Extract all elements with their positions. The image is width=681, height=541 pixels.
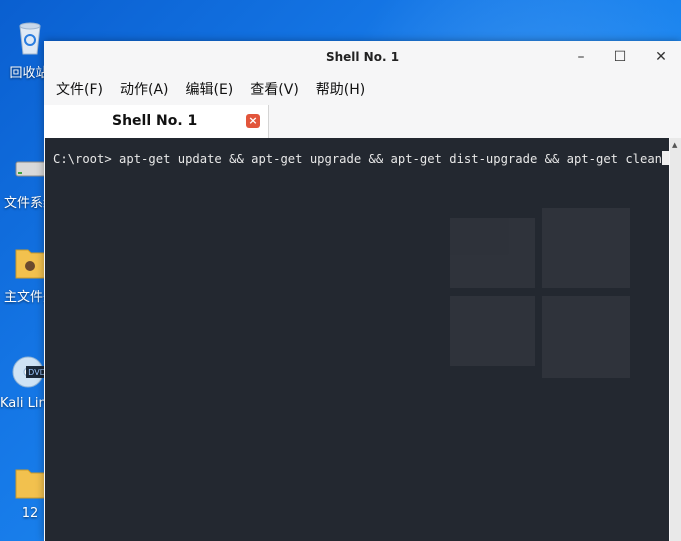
- menu-help[interactable]: 帮助(H): [316, 79, 365, 99]
- scrollbar[interactable]: ▲: [670, 138, 681, 541]
- tab-label: Shell No. 1: [112, 113, 198, 129]
- tab-shell-1[interactable]: Shell No. 1 ×: [44, 105, 269, 138]
- terminal-output[interactable]: C:\root> apt-get update && apt-get upgra…: [45, 138, 669, 541]
- windows-logo-watermark: [450, 208, 630, 378]
- tab-close-icon[interactable]: ×: [246, 114, 260, 128]
- close-button[interactable]: ✕: [650, 47, 672, 67]
- maximize-button[interactable]: ☐: [609, 47, 631, 67]
- minimize-button[interactable]: –: [570, 47, 592, 67]
- terminal-window: Shell No. 1 – ☐ ✕ 文件(F) 动作(A) 编辑(E) 查看(V…: [44, 41, 681, 541]
- menu-view[interactable]: 查看(V): [250, 79, 299, 99]
- menu-file[interactable]: 文件(F): [56, 79, 103, 99]
- title-bar[interactable]: Shell No. 1 – ☐ ✕: [44, 41, 681, 73]
- tab-bar: Shell No. 1 ×: [44, 105, 681, 138]
- prompt: C:\root>: [53, 152, 112, 166]
- menu-edit[interactable]: 编辑(E): [186, 79, 234, 99]
- menu-action[interactable]: 动作(A): [120, 79, 169, 99]
- menu-bar: 文件(F) 动作(A) 编辑(E) 查看(V) 帮助(H): [44, 73, 681, 105]
- command-line: C:\root> apt-get update && apt-get upgra…: [53, 151, 669, 166]
- scroll-up-icon[interactable]: ▲: [672, 141, 677, 149]
- command-text: apt-get update && apt-get upgrade && apt…: [111, 152, 663, 166]
- text-cursor: [662, 151, 669, 165]
